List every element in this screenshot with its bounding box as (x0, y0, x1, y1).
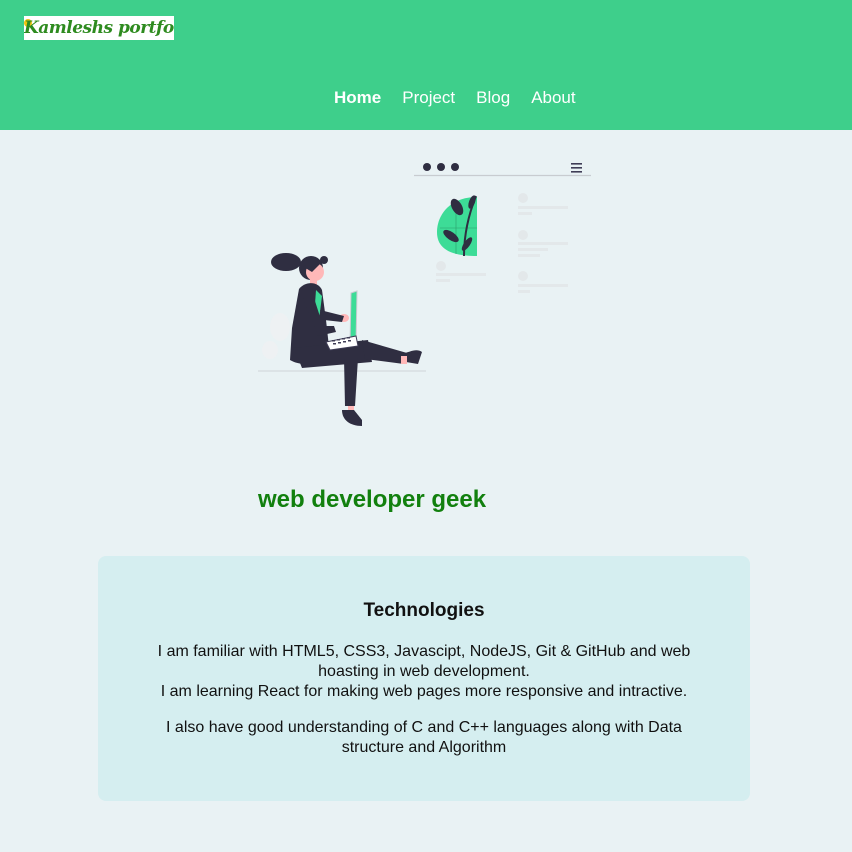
technologies-paragraph-skills: I am familiar with HTML5, CSS3, Javascip… (138, 642, 710, 702)
nav-project[interactable]: Project (402, 87, 455, 109)
hero-tagline: web developer geek (258, 486, 487, 513)
technologies-card: Technologies I am familiar with HTML5, C… (98, 556, 750, 801)
nav-blog[interactable]: Blog (476, 87, 510, 109)
technologies-title: Technologies (363, 600, 485, 621)
site-header: Kamleshs portfolio Home Project Blog Abo… (0, 0, 852, 130)
nav-home[interactable]: Home (334, 87, 381, 109)
nav-about[interactable]: About (531, 87, 575, 109)
browser-window-mock (414, 163, 591, 293)
technologies-paragraph-languages: I also have good understanding of C and … (166, 719, 682, 756)
skills-line: I am familiar with HTML5, CSS3, Javascip… (157, 643, 691, 680)
main-nav: Home Project Blog About (334, 87, 597, 109)
learning-line: I am learning React for making web pages… (160, 683, 688, 700)
woman-figure (271, 253, 422, 426)
site-logo[interactable]: Kamleshs portfolio (24, 16, 174, 40)
logo-text: Kamleshs portfolio (24, 18, 174, 38)
woman-with-laptop-illustration (258, 163, 591, 426)
